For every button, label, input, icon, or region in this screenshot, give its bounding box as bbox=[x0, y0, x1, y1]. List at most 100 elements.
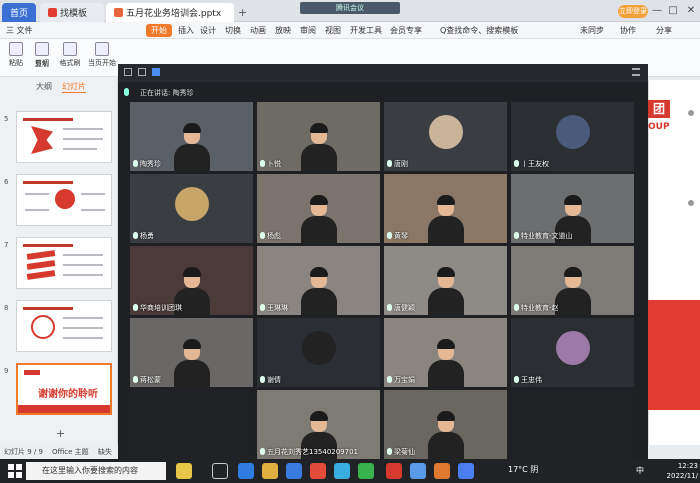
menu-transition[interactable]: 切换 bbox=[225, 24, 241, 37]
meeting-toolbar bbox=[118, 64, 648, 82]
maximize-button[interactable]: □ bbox=[666, 4, 680, 18]
new-tab-button[interactable]: + bbox=[236, 3, 252, 22]
participant-tile[interactable]: 梁菊仙 bbox=[384, 390, 507, 459]
participant-tile[interactable]: 陶秀珍 bbox=[130, 102, 253, 171]
participant-name-text: 特业教育-文道山 bbox=[521, 232, 573, 240]
microphone-icon bbox=[260, 376, 265, 383]
minimize-button[interactable]: — bbox=[650, 4, 664, 18]
participant-name: 五月花刘秀艺13540209701 bbox=[260, 447, 358, 457]
menu-review[interactable]: 审阅 bbox=[300, 24, 316, 37]
menu-design[interactable]: 设计 bbox=[200, 24, 216, 37]
participant-tile[interactable]: 王忠伟 bbox=[511, 318, 634, 387]
file-menu[interactable]: 三 文件 bbox=[6, 24, 33, 37]
wechat-icon[interactable] bbox=[358, 463, 374, 479]
app-icon[interactable] bbox=[458, 463, 474, 479]
slide-thumbnail-8[interactable] bbox=[16, 300, 112, 352]
file-explorer-icon[interactable] bbox=[262, 463, 278, 479]
play-from-current-button[interactable]: 当页开始 bbox=[88, 42, 116, 68]
slide-thumbnail-9[interactable]: 谢谢你的聆听 bbox=[16, 363, 112, 415]
input-method-indicator[interactable]: 中 bbox=[636, 465, 644, 476]
participant-tile[interactable]: 杨彪 bbox=[257, 174, 380, 243]
microphone-icon bbox=[387, 232, 392, 239]
participant-tile[interactable]: 杨勇 bbox=[130, 174, 253, 243]
share-button[interactable]: 分享 bbox=[656, 24, 672, 37]
menu-insert[interactable]: 插入 bbox=[178, 24, 194, 37]
participant-tile[interactable]: 黄琴 bbox=[384, 174, 507, 243]
app-icon[interactable] bbox=[310, 463, 326, 479]
participant-tile[interactable]: 唐健颖 bbox=[384, 246, 507, 315]
play-from-current-label: 当页开始 bbox=[88, 59, 116, 67]
close-button[interactable]: ✕ bbox=[684, 4, 698, 18]
participant-tile[interactable]: 谢倩 bbox=[257, 318, 380, 387]
edge-browser-icon[interactable] bbox=[238, 463, 254, 479]
menu-slideshow[interactable]: 放映 bbox=[275, 24, 291, 37]
participant-tile[interactable]: 五月花刘秀艺13540209701 bbox=[257, 390, 380, 459]
participant-name-text: 蒋松蒙 bbox=[140, 376, 161, 384]
taskbar-search-input[interactable]: 在这里输入你要搜索的内容 bbox=[26, 462, 166, 480]
slide-thumbnail-7[interactable] bbox=[16, 237, 112, 289]
menu-member[interactable]: 会员专享 bbox=[390, 24, 422, 37]
meeting-sharing-badge[interactable]: 腾讯会议 bbox=[300, 2, 400, 14]
sync-status[interactable]: 未同步 bbox=[580, 24, 604, 37]
participant-tile[interactable]: 丨王友权 bbox=[511, 102, 634, 171]
participant-tile[interactable]: 特业教育-文道山 bbox=[511, 174, 634, 243]
wps-icon[interactable] bbox=[386, 463, 402, 479]
app-icon[interactable] bbox=[410, 463, 426, 479]
window-icon[interactable] bbox=[138, 68, 146, 76]
slide-thumbnail-6[interactable] bbox=[16, 174, 112, 226]
participant-video bbox=[300, 195, 337, 243]
participant-name-text: 华商培训团琪 bbox=[140, 304, 182, 312]
participant-tile[interactable]: 万宝娟 bbox=[384, 318, 507, 387]
menu-icon[interactable] bbox=[632, 68, 640, 76]
participant-name: 蒋松蒙 bbox=[133, 375, 161, 385]
participant-tile[interactable]: 蒋松蒙 bbox=[130, 318, 253, 387]
menu-view[interactable]: 视图 bbox=[325, 24, 341, 37]
participant-tile[interactable] bbox=[511, 390, 634, 459]
meeting-app-icon[interactable] bbox=[334, 463, 350, 479]
login-button[interactable]: 立即登录 bbox=[618, 5, 648, 18]
store-icon[interactable] bbox=[286, 463, 302, 479]
participant-name: 特业教育-赵 bbox=[514, 303, 559, 313]
format-painter-button[interactable]: 格式刷 bbox=[56, 42, 84, 68]
weather-widget[interactable]: 17°C 阴 bbox=[508, 464, 538, 475]
tab-slides[interactable]: 幻灯片 bbox=[62, 81, 86, 93]
grid-view-icon[interactable] bbox=[152, 68, 160, 76]
command-search-input[interactable]: Q查找命令、搜索模板 bbox=[440, 24, 518, 37]
copy-button[interactable]: 复制 bbox=[28, 59, 56, 69]
system-clock[interactable]: 12:23 2022/11/ bbox=[664, 461, 698, 481]
participant-tile[interactable]: 唐刚 bbox=[384, 102, 507, 171]
participant-tile[interactable]: 华商培训团琪 bbox=[130, 246, 253, 315]
participant-name: 唐健颖 bbox=[387, 303, 415, 313]
paste-button[interactable]: 粘贴 bbox=[2, 42, 30, 68]
participant-name: 杨彪 bbox=[260, 231, 281, 241]
task-view-icon[interactable] bbox=[212, 463, 228, 479]
scroll-indicator[interactable] bbox=[688, 110, 694, 116]
participant-video bbox=[300, 267, 337, 315]
menu-developer[interactable]: 开发工具 bbox=[350, 24, 382, 37]
menu-home[interactable]: 开始 bbox=[146, 24, 172, 37]
participant-tile[interactable]: 特业教育-赵 bbox=[511, 246, 634, 315]
participant-name-text: 丨王友权 bbox=[521, 160, 549, 168]
sticker-icon[interactable] bbox=[176, 463, 192, 479]
tab-outline[interactable]: 大纲 bbox=[36, 81, 52, 92]
participant-tile[interactable]: 卜悦 bbox=[257, 102, 380, 171]
slide-thumbnail-pane: 大纲 幻灯片 5 6 7 8 9 谢谢你的聆听 + bbox=[0, 77, 118, 445]
collaborate-button[interactable]: 协作 bbox=[620, 24, 636, 37]
participant-tile[interactable]: 王琳琳 bbox=[257, 246, 380, 315]
tab-home[interactable]: 首页 bbox=[2, 3, 36, 22]
menu-animation[interactable]: 动画 bbox=[250, 24, 266, 37]
format-painter-label: 格式刷 bbox=[59, 59, 81, 67]
app-icon[interactable] bbox=[434, 463, 450, 479]
participant-tile[interactable] bbox=[130, 390, 253, 459]
windows-start-icon[interactable] bbox=[8, 464, 22, 478]
tab-document[interactable]: 五月花业务培训会.pptx bbox=[106, 3, 234, 22]
missing-font-indicator[interactable]: 缺失 bbox=[98, 447, 112, 457]
scroll-indicator[interactable] bbox=[688, 200, 694, 206]
add-slide-button[interactable]: + bbox=[56, 427, 65, 440]
participant-video bbox=[173, 123, 210, 171]
tab-templates[interactable]: 找模板 bbox=[40, 3, 104, 22]
fullscreen-icon[interactable] bbox=[124, 68, 132, 76]
participant-name: 丨王友权 bbox=[514, 159, 549, 169]
microphone-icon bbox=[260, 160, 265, 167]
slide-thumbnail-5[interactable] bbox=[16, 111, 112, 163]
